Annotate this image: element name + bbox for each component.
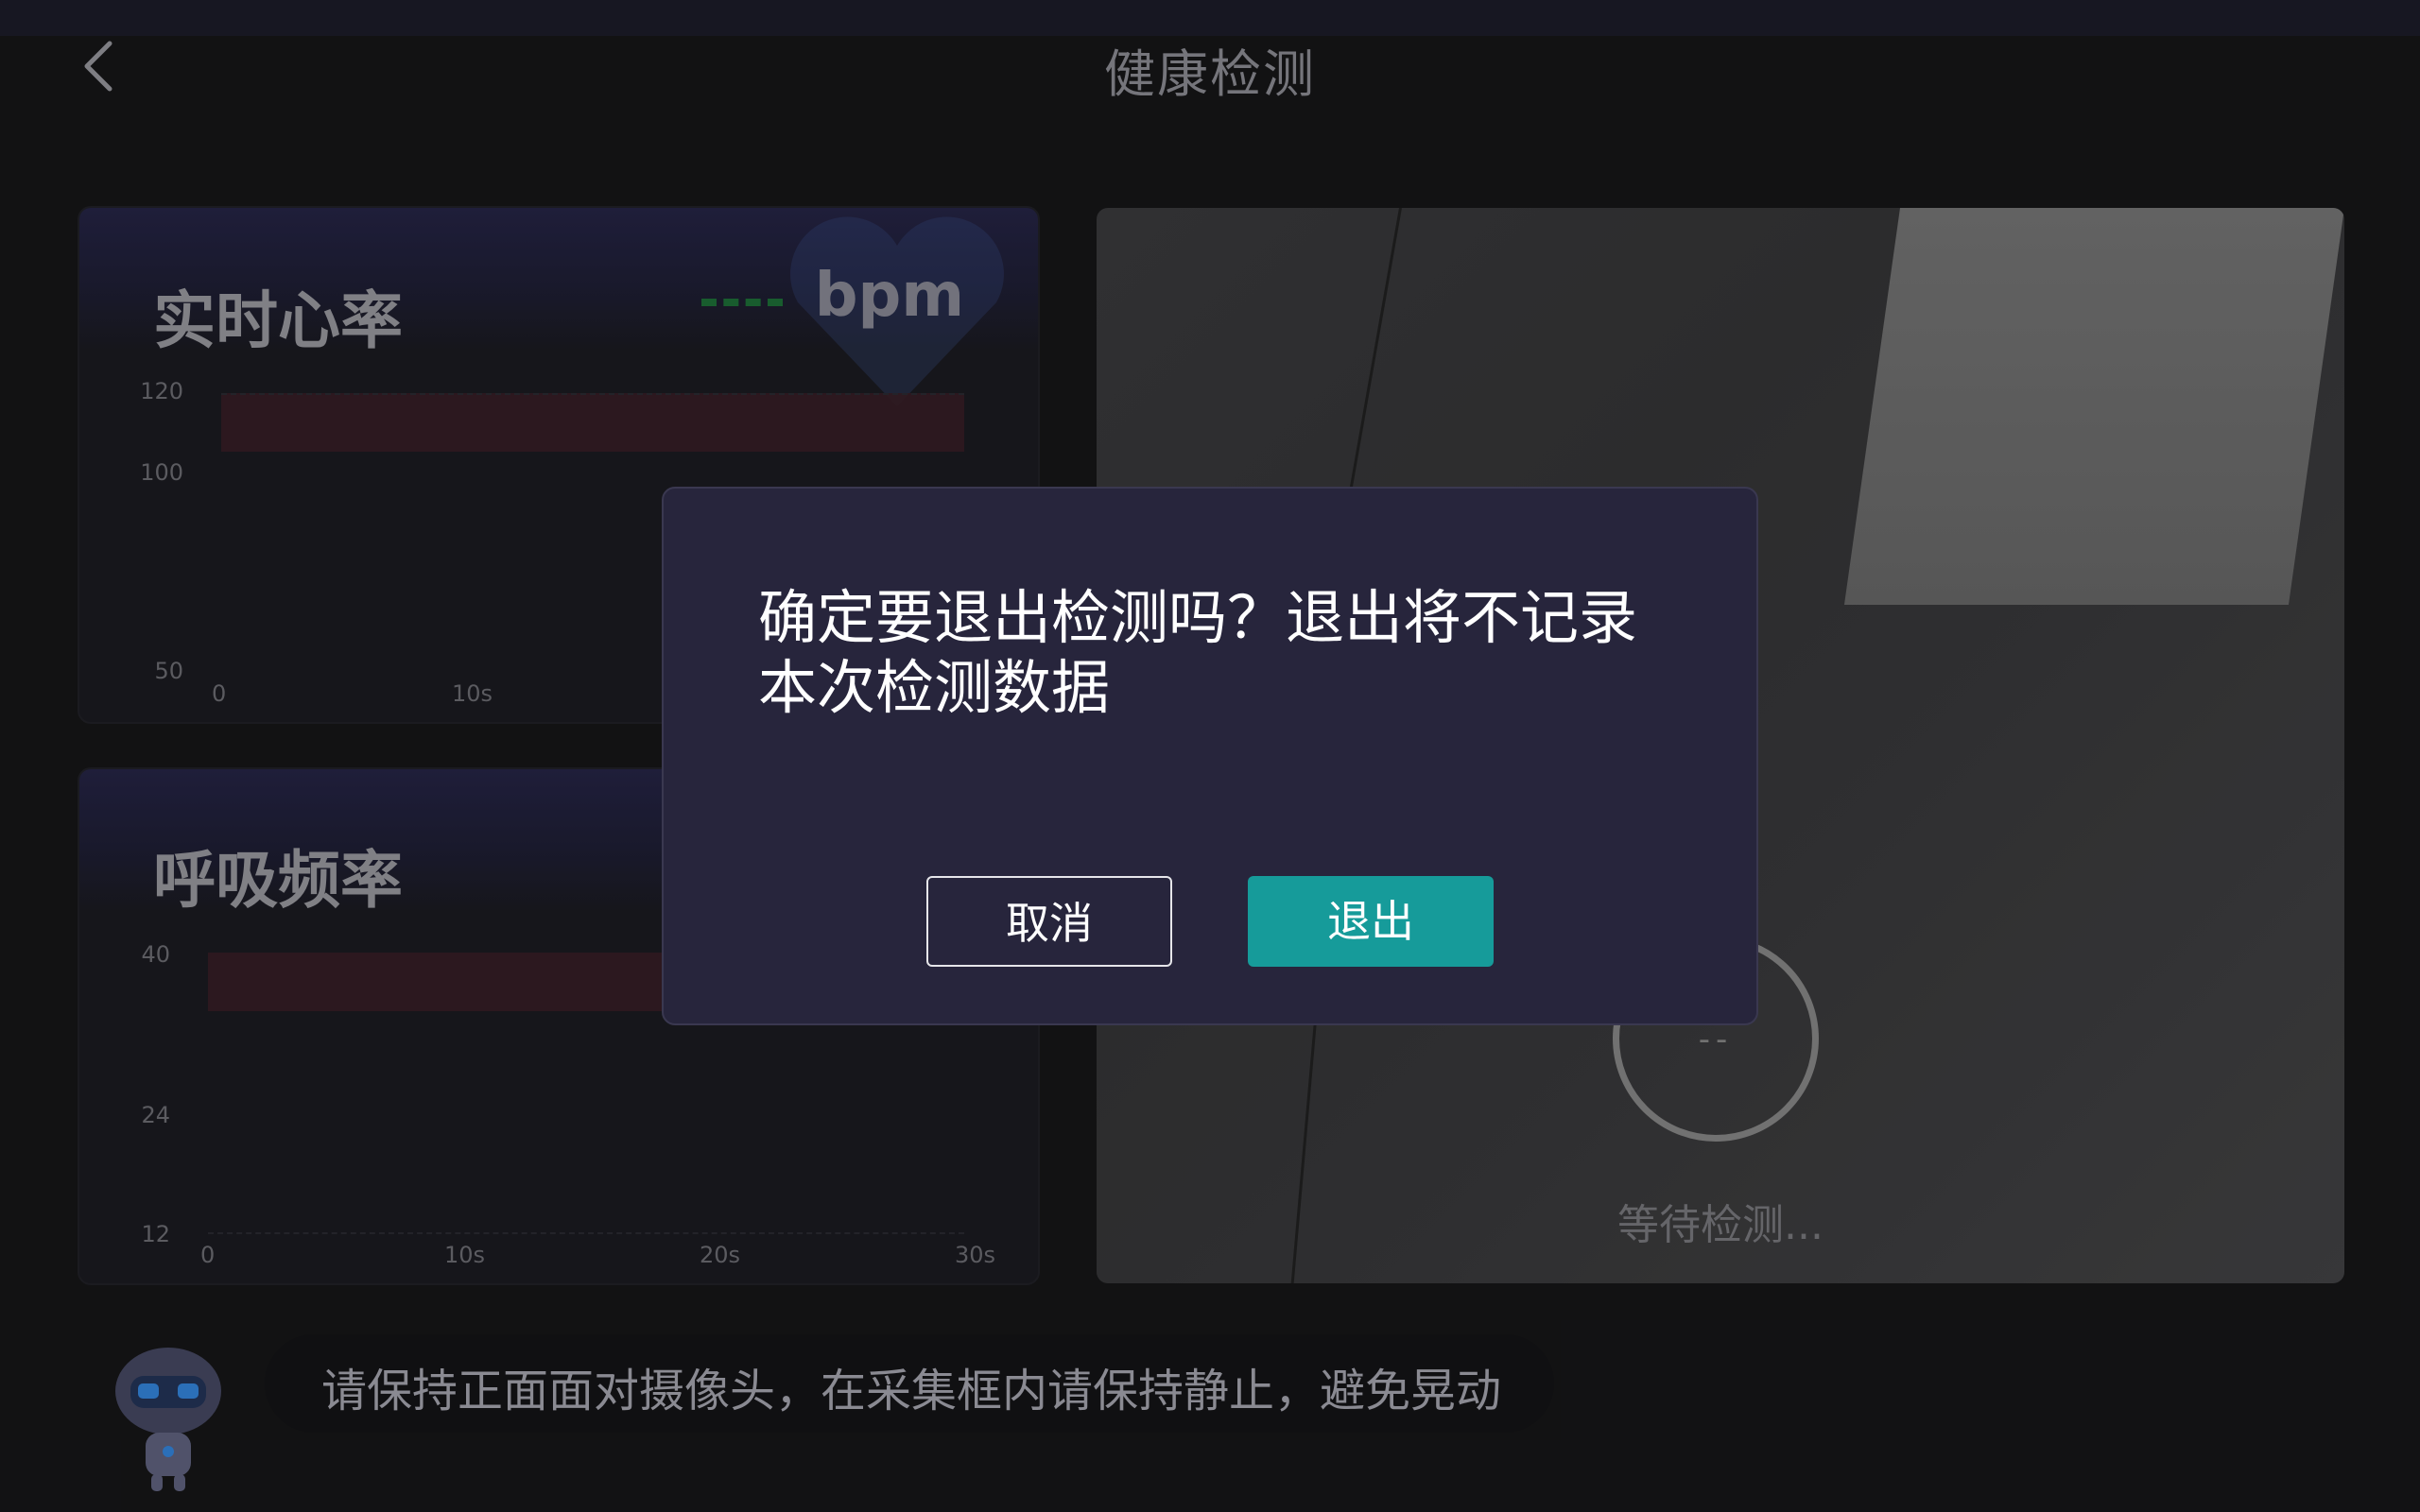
dialog-message: 确定要退出检测吗？退出将不记录本次检测数据: [758, 583, 1638, 722]
hint-text: 请保持正面面对摄像头，在采集框内请保持静止，避免晃动: [321, 1365, 1502, 1418]
cancel-button[interactable]: 取消: [926, 876, 1172, 967]
exit-confirm-dialog: 确定要退出检测吗？退出将不记录本次检测数据 取消 退出: [662, 487, 1758, 1025]
robot-mascot-icon: [115, 1348, 221, 1491]
exit-button[interactable]: 退出: [1248, 876, 1494, 967]
